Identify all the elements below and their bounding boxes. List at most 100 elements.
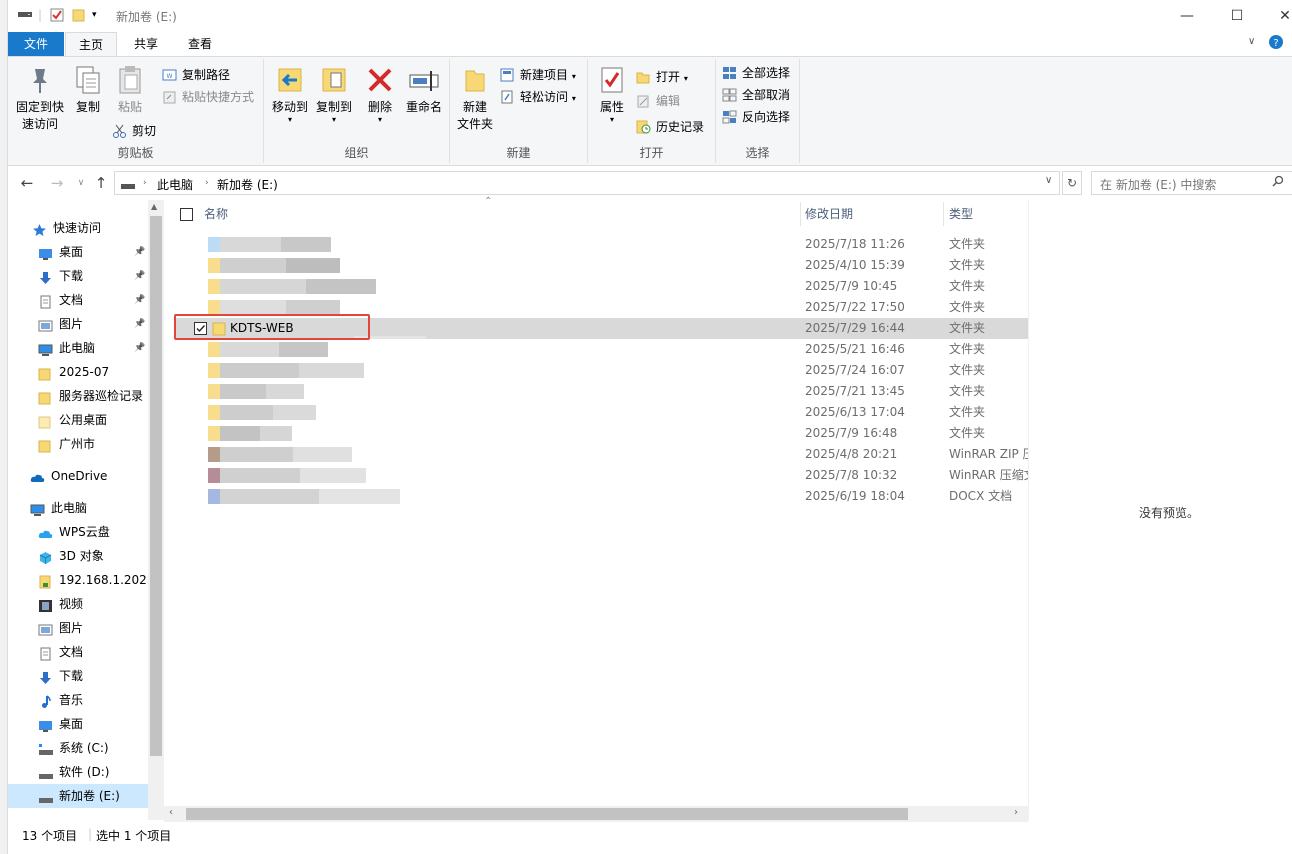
breadcrumb-current-drive[interactable]: 新加卷 (E:) bbox=[217, 176, 278, 193]
new-folder-quick-icon[interactable] bbox=[72, 8, 86, 25]
easy-access-button[interactable]: 轻松访问 ▾ bbox=[500, 87, 576, 107]
column-header-type[interactable]: 类型 bbox=[949, 200, 973, 228]
tab-file[interactable]: 文件 bbox=[8, 32, 64, 56]
select-none-button[interactable]: 全部取消 bbox=[722, 85, 790, 105]
recent-locations-icon[interactable]: ∨ bbox=[70, 172, 92, 194]
file-row[interactable]: 2025/4/8 20:21 WinRAR ZIP 压缩文件 bbox=[174, 444, 1028, 465]
column-divider[interactable] bbox=[800, 202, 801, 226]
new-folder-button[interactable]: 新建 文件夹 bbox=[454, 63, 496, 133]
file-row[interactable]: 2025/7/9 10:45 文件夹 bbox=[174, 276, 1028, 297]
quick-item-documents[interactable]: 文档 📌 bbox=[8, 288, 148, 312]
search-box[interactable]: 在 新加卷 (E:) 中搜索 bbox=[1091, 171, 1292, 195]
file-row[interactable]: 2025/7/8 10:32 WinRAR 压缩文件 bbox=[174, 465, 1028, 486]
tab-share[interactable]: 共享 bbox=[120, 32, 172, 56]
quick-item-server-inspection[interactable]: 服务器巡检记录 bbox=[8, 384, 148, 408]
sidebar-item-drive-d[interactable]: 软件 (D:) bbox=[8, 760, 148, 784]
file-row[interactable]: 2025/4/10 15:39 文件夹 bbox=[174, 255, 1028, 276]
new-folder-label-line2: 文件夹 bbox=[456, 117, 493, 131]
quick-item-public-desktop[interactable]: 公用桌面 bbox=[8, 408, 148, 432]
minimize-button[interactable]: — bbox=[1164, 0, 1210, 32]
address-bar[interactable]: › 此电脑 › 新加卷 (E:) ∨ bbox=[114, 171, 1060, 195]
delete-button[interactable]: 删除 ▾ bbox=[362, 63, 398, 124]
column-header-name[interactable]: 名称 bbox=[204, 200, 228, 228]
paste-button[interactable]: 粘贴 bbox=[110, 63, 150, 116]
file-row[interactable]: 2025/6/13 17:04 文件夹 bbox=[174, 402, 1028, 423]
sidebar-quick-access[interactable]: 快速访问 bbox=[8, 216, 148, 240]
invert-selection-button[interactable]: 反向选择 bbox=[722, 107, 790, 127]
horizontal-scrollbar[interactable]: ‹ › bbox=[164, 806, 1028, 822]
sidebar-item-downloads[interactable]: 下载 bbox=[8, 664, 148, 688]
refresh-button[interactable]: ↻ bbox=[1062, 171, 1082, 195]
quick-item-guangzhou[interactable]: 广州市 bbox=[8, 432, 148, 456]
quick-item-desktop[interactable]: 桌面 📌 bbox=[8, 240, 148, 264]
obscured-file-icon bbox=[208, 384, 220, 399]
sidebar-item-videos[interactable]: 视频 bbox=[8, 592, 148, 616]
up-button[interactable]: ↑ bbox=[90, 172, 112, 194]
navigation-scrollbar[interactable]: ▲ bbox=[148, 200, 164, 820]
sidebar-item-3d-objects[interactable]: 3D 对象 bbox=[8, 544, 148, 568]
sidebar-item-wps-cloud[interactable]: WPS云盘 bbox=[8, 520, 148, 544]
select-all-checkbox[interactable] bbox=[180, 208, 193, 221]
sidebar-item-drive-e[interactable]: 新加卷 (E:) bbox=[8, 784, 148, 808]
column-header-date[interactable]: 修改日期 bbox=[805, 200, 853, 228]
no-preview-message: 没有预览。 bbox=[1139, 506, 1200, 520]
delete-x-icon bbox=[363, 63, 397, 97]
obscured-file-icon bbox=[208, 300, 220, 315]
search-input[interactable]: 在 新加卷 (E:) 中搜索 bbox=[1100, 176, 1216, 193]
tab-home[interactable]: 主页 bbox=[65, 32, 117, 56]
collapse-ribbon-icon[interactable]: ∨ bbox=[1248, 36, 1255, 47]
quick-item-pictures[interactable]: 图片 📌 bbox=[8, 312, 148, 336]
close-button[interactable]: ✕ bbox=[1262, 0, 1292, 32]
sidebar-this-pc[interactable]: 此电脑 bbox=[8, 496, 148, 520]
obscured-file-icon bbox=[208, 468, 220, 483]
back-button[interactable]: ← bbox=[16, 172, 38, 194]
properties-button[interactable]: 属性 ▾ bbox=[592, 63, 632, 124]
move-to-button[interactable]: 移动到 ▾ bbox=[268, 63, 312, 124]
sidebar-item-network-location[interactable]: 192.168.1.202 bbox=[8, 568, 148, 592]
address-dropdown-icon[interactable]: ∨ bbox=[1045, 175, 1052, 186]
quick-item-2025-07[interactable]: 2025-07 bbox=[8, 360, 148, 384]
maximize-button[interactable]: ☐ bbox=[1214, 0, 1260, 32]
paste-shortcut-button[interactable]: 粘贴快捷方式 bbox=[162, 87, 254, 107]
file-row[interactable]: 2025/7/9 16:48 文件夹 bbox=[174, 423, 1028, 444]
quick-item-this-pc[interactable]: 此电脑 📌 bbox=[8, 336, 148, 360]
sidebar-item-music[interactable]: 音乐 bbox=[8, 688, 148, 712]
rename-button[interactable]: 重命名 bbox=[402, 63, 446, 116]
scroll-up-arrow[interactable]: ▲ bbox=[151, 202, 157, 211]
navigation-scroll-thumb[interactable] bbox=[150, 216, 162, 756]
file-row[interactable]: 2025/6/19 18:04 DOCX 文档 bbox=[174, 486, 1028, 507]
history-button[interactable]: 历史记录 bbox=[636, 117, 704, 137]
select-all-button[interactable]: 全部选择 bbox=[722, 63, 790, 83]
copy-path-button[interactable]: W 复制路径 bbox=[162, 65, 230, 85]
desktop-icon bbox=[38, 245, 53, 260]
scroll-left-arrow[interactable]: ‹ bbox=[169, 807, 173, 818]
quick-item-downloads[interactable]: 下载 📌 bbox=[8, 264, 148, 288]
scroll-right-arrow[interactable]: › bbox=[1014, 807, 1018, 818]
copy-to-button[interactable]: 复制到 ▾ bbox=[312, 63, 356, 124]
file-row[interactable]: 2025/5/21 16:46 文件夹 bbox=[174, 339, 1028, 360]
sidebar-item-desktop[interactable]: 桌面 bbox=[8, 712, 148, 736]
sidebar-onedrive[interactable]: OneDrive bbox=[8, 464, 148, 488]
horizontal-scroll-thumb[interactable] bbox=[186, 808, 908, 820]
column-divider[interactable] bbox=[943, 202, 944, 226]
forward-button[interactable]: → bbox=[46, 172, 68, 194]
edit-button[interactable]: 编辑 bbox=[636, 91, 680, 111]
open-button[interactable]: 打开 ▾ bbox=[636, 67, 688, 87]
cut-button[interactable]: 剪切 bbox=[112, 121, 156, 141]
copy-to-icon bbox=[317, 63, 351, 97]
file-row[interactable]: 2025/7/24 16:07 文件夹 bbox=[174, 360, 1028, 381]
sidebar-item-pictures[interactable]: 图片 bbox=[8, 616, 148, 640]
copy-button[interactable]: 复制 bbox=[68, 63, 108, 116]
properties-quick-icon[interactable] bbox=[50, 8, 64, 25]
customize-quick-access-icon[interactable]: ▾ bbox=[92, 10, 97, 20]
tab-view[interactable]: 查看 bbox=[174, 32, 226, 56]
file-row[interactable]: 2025/7/21 13:45 文件夹 bbox=[174, 381, 1028, 402]
breadcrumb-this-pc[interactable]: 此电脑 bbox=[157, 176, 193, 193]
file-row[interactable]: 2025/7/18 11:26 文件夹 bbox=[174, 234, 1028, 255]
sidebar-item-documents[interactable]: 文档 bbox=[8, 640, 148, 664]
new-item-button[interactable]: 新建项目 ▾ bbox=[500, 65, 576, 85]
obscured-file-name bbox=[220, 237, 281, 252]
pin-quick-access-button[interactable]: 固定到快 速访问 bbox=[12, 63, 68, 133]
help-icon[interactable]: ? bbox=[1268, 34, 1284, 53]
sidebar-item-drive-c[interactable]: 系统 (C:) bbox=[8, 736, 148, 760]
